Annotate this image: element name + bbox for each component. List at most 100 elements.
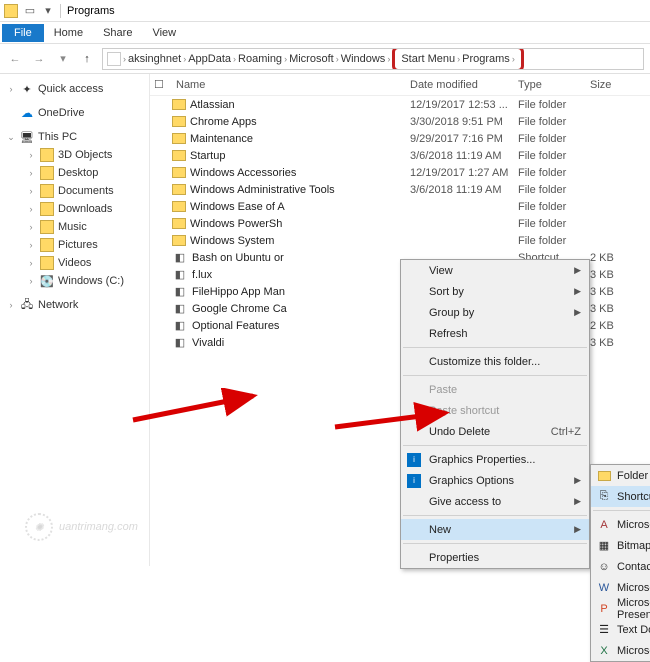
column-size[interactable]: Size	[590, 79, 650, 91]
column-name[interactable]: Name	[172, 79, 410, 91]
window-folder-icon	[4, 4, 18, 18]
menu-view[interactable]: View▶	[401, 260, 589, 281]
file-date: 12/19/2017 1:27 AM	[410, 167, 518, 179]
sidebar-quick-access[interactable]: ›✦Quick access	[0, 80, 149, 98]
file-row[interactable]: Maintenance9/29/2017 7:16 PMFile folder	[150, 130, 650, 147]
app-icon	[172, 319, 188, 333]
folder-icon	[172, 99, 186, 110]
folder-icon	[172, 116, 186, 127]
new-text-doc[interactable]: ☰Text Document	[591, 619, 650, 640]
sidebar-this-pc[interactable]: ⌄This PC	[0, 128, 149, 146]
new-shortcut[interactable]: ⎘Shortcut	[591, 486, 650, 507]
file-row[interactable]: Windows Accessories12/19/2017 1:27 AMFil…	[150, 164, 650, 181]
menu-group-by[interactable]: Group by▶	[401, 302, 589, 323]
navigation-pane: ›✦Quick access OneDrive ⌄This PC ›3D Obj…	[0, 74, 150, 566]
sidebar-item[interactable]: ›Music	[20, 218, 149, 236]
tab-home[interactable]: Home	[44, 24, 93, 42]
powerpoint-icon: P	[597, 602, 611, 616]
file-date: 3/6/2018 11:19 AM	[410, 150, 518, 162]
submenu-arrow-icon: ▶	[574, 307, 581, 318]
sidebar-item[interactable]: ›Windows (C:)	[20, 272, 149, 290]
menu-paste: Paste	[401, 379, 589, 400]
file-row[interactable]: Windows Administrative Tools3/6/2018 11:…	[150, 181, 650, 198]
file-row[interactable]: Atlassian12/19/2017 12:53 ...File folder	[150, 96, 650, 113]
forward-button[interactable]: →	[30, 50, 48, 68]
file-view: ☐ Name Date modified Type Size Atlassian…	[150, 74, 650, 566]
tab-view[interactable]: View	[142, 24, 186, 42]
breadcrumb: aksinghnet›	[128, 53, 186, 65]
column-type[interactable]: Type	[518, 79, 590, 91]
qat-properties-icon[interactable]: ▭	[24, 5, 36, 17]
file-name: Chrome Apps	[190, 116, 410, 128]
new-access-db[interactable]: AMicrosoft Access Database	[591, 514, 650, 535]
new-bitmap[interactable]: ▦Bitmap image	[591, 535, 650, 556]
menu-properties[interactable]: Properties	[401, 547, 589, 568]
address-bar[interactable]: › aksinghnet› AppData› Roaming› Microsof…	[102, 48, 644, 70]
file-row[interactable]: Windows SystemFile folder	[150, 232, 650, 249]
folder-icon	[40, 184, 54, 198]
ribbon-tabs: File Home Share View	[0, 22, 650, 44]
sidebar-item[interactable]: ›Pictures	[20, 236, 149, 254]
new-powerpoint[interactable]: PMicrosoft PowerPoint Presentation	[591, 598, 650, 619]
menu-new[interactable]: New▶	[401, 519, 589, 540]
menu-sort-by[interactable]: Sort by▶	[401, 281, 589, 302]
menu-customize-folder[interactable]: Customize this folder...	[401, 351, 589, 372]
folder-icon	[172, 218, 186, 229]
column-date[interactable]: Date modified	[410, 79, 518, 91]
file-size: 3 KB	[590, 269, 650, 281]
menu-paste-shortcut: Paste shortcut	[401, 400, 589, 421]
intel-icon: i	[407, 453, 421, 467]
submenu-arrow-icon: ▶	[574, 496, 581, 507]
sidebar-onedrive[interactable]: OneDrive	[0, 104, 149, 122]
file-name: Maintenance	[190, 133, 410, 145]
sidebar-item[interactable]: ›Documents	[20, 182, 149, 200]
new-contact[interactable]: ☺Contact	[591, 556, 650, 577]
file-size: 3 KB	[590, 303, 650, 315]
intel-icon: i	[407, 474, 421, 488]
menu-refresh[interactable]: Refresh	[401, 323, 589, 344]
file-row[interactable]: Windows Ease of AFile folder	[150, 198, 650, 215]
sidebar-item[interactable]: ›3D Objects	[20, 146, 149, 164]
file-size: 3 KB	[590, 337, 650, 349]
sidebar-network[interactable]: ›Network	[0, 296, 149, 314]
file-row[interactable]: Chrome Apps3/30/2018 9:51 PMFile folder	[150, 113, 650, 130]
file-name: Windows Ease of A	[190, 201, 410, 213]
menu-graphics-properties[interactable]: iGraphics Properties...	[401, 449, 589, 470]
tab-file[interactable]: File	[2, 24, 44, 42]
back-button[interactable]: ←	[6, 50, 24, 68]
file-row[interactable]: Windows PowerSh File folder	[150, 215, 650, 232]
word-icon: W	[597, 581, 611, 595]
file-name: f.lux	[192, 269, 410, 281]
tab-share[interactable]: Share	[93, 24, 142, 42]
select-all-checkbox[interactable]: ☐	[154, 78, 172, 91]
folder-icon	[40, 238, 54, 252]
file-name: Startup	[190, 150, 410, 162]
submenu-arrow-icon: ▶	[574, 286, 581, 297]
highlighted-breadcrumb: Start Menu› Programs›	[392, 48, 524, 70]
menu-give-access[interactable]: Give access to▶	[401, 491, 589, 512]
menu-graphics-options[interactable]: iGraphics Options▶	[401, 470, 589, 491]
titlebar: ▭ ▾ Programs	[0, 0, 650, 22]
file-size: 3 KB	[590, 286, 650, 298]
recent-dropdown-icon[interactable]: ▾	[54, 50, 72, 68]
new-folder[interactable]: Folder	[591, 465, 650, 486]
file-type: File folder	[518, 218, 590, 230]
sidebar-item[interactable]: ›Desktop	[20, 164, 149, 182]
sidebar-item[interactable]: ›Downloads	[20, 200, 149, 218]
file-type: File folder	[518, 99, 590, 111]
folder-icon	[172, 167, 186, 178]
qat-dropdown-icon[interactable]: ▾	[42, 5, 54, 17]
up-button[interactable]: ↑	[78, 50, 96, 68]
file-row[interactable]: Startup3/6/2018 11:19 AMFile folder	[150, 147, 650, 164]
menu-undo-delete[interactable]: Undo DeleteCtrl+Z	[401, 421, 589, 442]
app-icon	[172, 268, 188, 282]
new-word-doc[interactable]: WMicrosoft Word Document	[591, 577, 650, 598]
file-date: 3/6/2018 11:19 AM	[410, 184, 518, 196]
file-name: Windows Accessories	[190, 167, 410, 179]
new-excel[interactable]: XMicrosoft Excel Worksheet	[591, 640, 650, 661]
watermark: ✺ uantrimang.com	[25, 513, 138, 541]
file-name: Windows PowerSh	[190, 218, 410, 230]
sidebar-item[interactable]: ›Videos	[20, 254, 149, 272]
folder-icon	[597, 469, 611, 483]
submenu-arrow-icon: ▶	[574, 265, 581, 276]
